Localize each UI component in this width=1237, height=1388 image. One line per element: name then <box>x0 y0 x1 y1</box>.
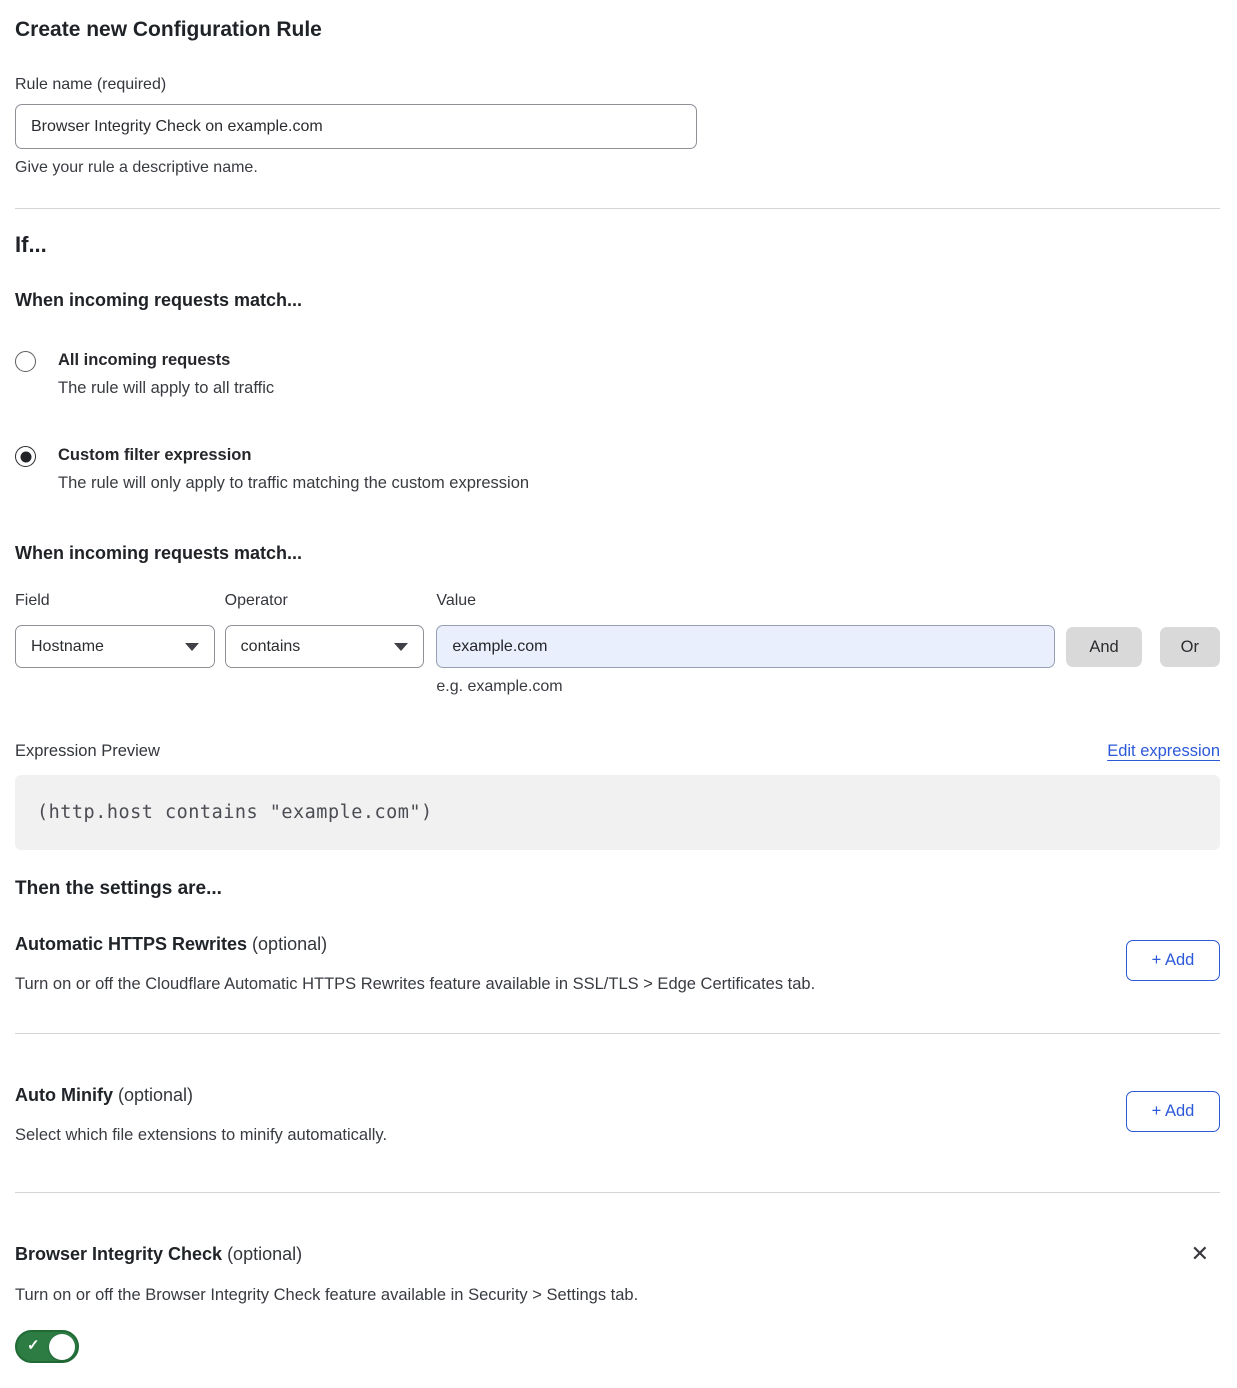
setting-description: Select which file extensions to minify a… <box>15 1124 387 1146</box>
setting-optional-tag: (optional) <box>247 934 327 954</box>
operator-column: Operator contains <box>225 591 425 668</box>
expression-builder-heading: When incoming requests match... <box>15 542 1220 564</box>
create-configuration-rule-form: Create new Configuration Rule Rule name … <box>0 0 1237 1388</box>
setting-optional-tag: (optional) <box>113 1085 193 1105</box>
expression-preview-header: Expression Preview Edit expression <box>15 742 1220 761</box>
setting-titleline: Automatic HTTPS Rewrites (optional) <box>15 932 815 956</box>
setting-text: Auto Minify (optional) Select which file… <box>15 1083 387 1146</box>
close-icon[interactable]: ✕ <box>1187 1241 1213 1267</box>
check-icon: ✓ <box>27 1336 40 1354</box>
setting-description: Turn on or off the Browser Integrity Che… <box>15 1284 1220 1306</box>
radio-option-description: The rule will apply to all traffic <box>58 377 274 399</box>
toggle-knob <box>49 1334 75 1360</box>
setting-header: Browser Integrity Check (optional) ✕ <box>15 1241 1220 1267</box>
value-help: e.g. example.com <box>436 678 1055 696</box>
setting-browser-integrity-check: Browser Integrity Check (optional) ✕ Tur… <box>15 1241 1220 1368</box>
setting-text: Automatic HTTPS Rewrites (optional) Turn… <box>15 932 815 995</box>
if-heading: If... <box>15 232 1220 258</box>
operator-label: Operator <box>225 591 425 611</box>
field-column: Field Hostname <box>15 591 215 668</box>
field-label: Field <box>15 591 215 611</box>
operator-select[interactable]: contains <box>225 625 425 668</box>
operator-select-value: contains <box>241 638 301 656</box>
expression-builder-row: Field Hostname Operator contains Value e… <box>15 591 1220 696</box>
setting-description: Turn on or off the Cloudflare Automatic … <box>15 973 815 995</box>
radio-option-all-incoming-requests[interactable]: All incoming requests The rule will appl… <box>15 349 1220 399</box>
chevron-down-icon <box>185 643 199 651</box>
field-select[interactable]: Hostname <box>15 625 215 668</box>
value-label: Value <box>436 591 1055 611</box>
value-column: Value e.g. example.com <box>436 591 1055 696</box>
rule-name-help: Give your rule a descriptive name. <box>15 158 1220 178</box>
setting-optional-tag: (optional) <box>222 1244 302 1264</box>
radio-option-custom-filter-expression[interactable]: Custom filter expression The rule will o… <box>15 444 1220 494</box>
radio-button-checked[interactable] <box>15 446 36 467</box>
radio-button-unchecked[interactable] <box>15 351 36 372</box>
section-divider <box>15 1192 1220 1193</box>
field-select-value: Hostname <box>31 638 104 656</box>
expression-preview-code: (http.host contains "example.com") <box>37 802 433 823</box>
page-title: Create new Configuration Rule <box>15 16 1220 44</box>
add-auto-minify-button[interactable]: + Add <box>1126 1091 1220 1132</box>
radio-option-description: The rule will only apply to traffic matc… <box>58 472 529 494</box>
setting-title: Browser Integrity Check <box>15 1244 222 1264</box>
match-heading: When incoming requests match... <box>15 289 1220 311</box>
add-automatic-https-rewrites-button[interactable]: + Add <box>1126 940 1220 981</box>
value-input[interactable] <box>436 625 1055 668</box>
setting-title: Automatic HTTPS Rewrites <box>15 934 247 954</box>
section-divider <box>15 1033 1220 1034</box>
rule-name-input[interactable] <box>15 104 697 149</box>
expression-preview-box: (http.host contains "example.com") <box>15 775 1220 850</box>
rule-name-label: Rule name (required) <box>15 75 1220 95</box>
setting-titleline: Browser Integrity Check (optional) <box>15 1242 302 1266</box>
radio-option-text: Custom filter expression The rule will o… <box>58 444 529 494</box>
setting-title: Auto Minify <box>15 1085 113 1105</box>
or-button[interactable]: Or <box>1160 627 1220 667</box>
radio-option-label: Custom filter expression <box>58 444 529 466</box>
browser-integrity-check-toggle[interactable]: ✓ <box>15 1330 79 1363</box>
setting-auto-minify: Auto Minify (optional) Select which file… <box>15 1083 1220 1146</box>
edit-expression-link[interactable]: Edit expression <box>1107 742 1220 761</box>
and-button[interactable]: And <box>1066 627 1141 667</box>
radio-option-text: All incoming requests The rule will appl… <box>58 349 274 399</box>
expression-preview-label: Expression Preview <box>15 742 160 761</box>
radio-option-label: All incoming requests <box>58 349 274 371</box>
setting-automatic-https-rewrites: Automatic HTTPS Rewrites (optional) Turn… <box>15 932 1220 995</box>
setting-titleline: Auto Minify (optional) <box>15 1083 387 1107</box>
section-divider <box>15 208 1220 209</box>
settings-heading: Then the settings are... <box>15 878 1220 900</box>
chevron-down-icon <box>394 643 408 651</box>
